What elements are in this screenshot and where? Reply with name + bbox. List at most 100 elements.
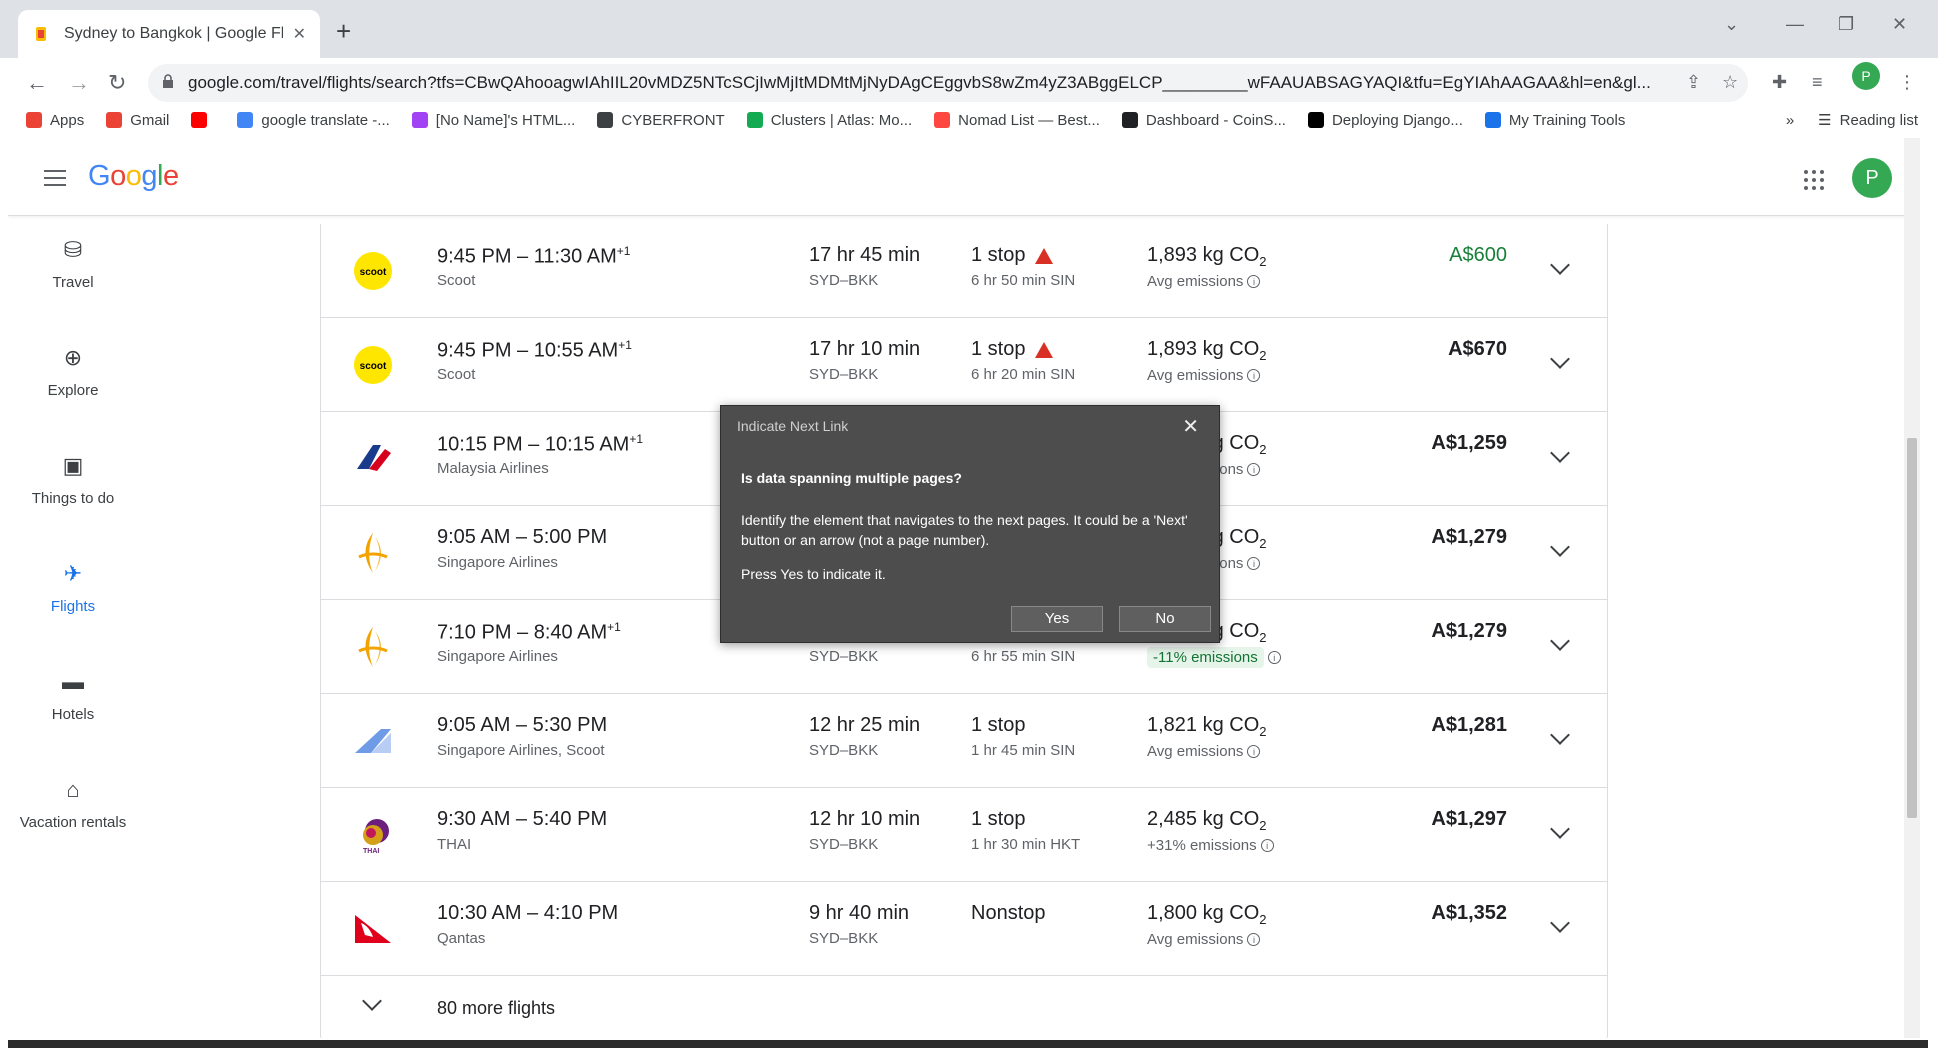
reading-list-button[interactable]: Reading list [1840,112,1918,129]
bookmark-item[interactable]: [No Name]'s HTML... [411,111,576,129]
reading-list-icon[interactable]: ☰ [1818,111,1831,129]
flight-times: 7:10 PM – 8:40 AM+1 [437,620,621,645]
expand-chevron-icon[interactable] [1550,255,1570,275]
flight-row[interactable]: 10:30 AM – 4:10 PM Qantas 9 hr 40 min SYD–B… [321,882,1607,976]
minimize-icon[interactable]: — [1786,14,1804,35]
info-icon[interactable]: i [1247,463,1261,476]
back-icon[interactable]: ← [26,70,48,96]
info-icon[interactable]: i [1247,933,1261,946]
flight-row[interactable]: scoot 9:45 PM – 11:30 AM+1 Scoot 17 hr 45 m… [321,224,1607,318]
account-avatar[interactable]: P [1852,158,1892,198]
page-scrollbar[interactable] [1904,138,1920,1038]
sidenav-item-hotels[interactable]: ▬ Hotels [8,668,138,768]
bookmark-item[interactable]: Apps [26,112,84,129]
next-day-indicator: +1 [618,338,632,352]
browser-tab[interactable]: Sydney to Bangkok | Google Fligh ✕ [18,10,320,58]
co2-value: 1,800 kg CO [1147,902,1260,924]
google-header: Google P [8,138,1920,216]
bookmark-favicon-icon [1484,112,1501,128]
airplane-icon: ✈ [63,561,83,586]
info-icon[interactable]: i [1247,557,1261,570]
sidenav-item-travel[interactable]: ⛁ Travel [8,236,138,336]
camera-icon: ▣ [62,453,84,478]
share-icon[interactable]: ⇪ [1686,72,1701,93]
sidenav-label: Explore [47,382,99,399]
flight-row[interactable]: 9:05 AM – 5:30 PM Singapore Airlines, Sco… [321,694,1607,788]
reload-icon[interactable]: ↻ [108,70,126,96]
close-tab-icon[interactable]: ✕ [293,24,306,44]
google-logo[interactable]: Google [88,160,179,193]
expand-chevron-icon[interactable] [1550,537,1570,557]
flight-route: SYD–BKK [809,366,879,383]
bookmark-item[interactable]: Deploying Django... [1307,112,1463,129]
airline-name: Malaysia Airlines [437,460,549,477]
stops-label: Nonstop [971,902,1046,924]
dialog-body: Identify the element that navigates to t… [741,512,1188,548]
info-icon[interactable]: i [1247,369,1261,382]
info-icon[interactable]: i [1267,651,1281,664]
hamburger-menu-icon[interactable] [44,170,66,186]
expand-chevron-icon[interactable] [1550,349,1570,369]
bookmark-label: Gmail [130,111,170,129]
flight-stops: 1 stop [971,338,1054,361]
emissions-label: Avg emissionsi [1147,367,1261,384]
dialog-close-icon[interactable]: ✕ [1182,414,1199,439]
new-tab-icon[interactable]: + [336,16,351,47]
no-button[interactable]: No [1119,606,1211,632]
bookmark-label: My Training Tools [1508,111,1626,129]
co2-emissions: 1,893 kg CO2 [1147,244,1267,269]
extensions-icon[interactable]: ✚ [1772,72,1787,93]
info-icon[interactable]: i [1260,839,1274,852]
info-icon[interactable]: i [1247,275,1261,288]
sidenav-item-flights[interactable]: ✈ Flights [8,560,138,660]
emissions-label: Avg emissionsi [1147,273,1261,290]
bookmark-item[interactable]: Nomad List — Best... [934,112,1100,129]
bookmark-item[interactable] [191,112,215,128]
close-window-icon[interactable]: ✕ [1892,14,1907,35]
forward-icon[interactable]: → [68,70,90,96]
depart-arrive-time: 10:15 PM – 10:15 AM [437,433,630,456]
tab-search-icon[interactable]: ⌄ [1724,14,1739,35]
sidenav-item-vacation-rentals[interactable]: ⌂ Vacation rentals [8,776,138,876]
expand-chevron-icon[interactable] [1550,819,1570,839]
restore-icon[interactable]: ❐ [1838,14,1854,35]
info-icon[interactable]: i [1247,745,1261,758]
co2-value: 1,821 kg CO [1147,714,1260,736]
bookmark-star-icon[interactable]: ☆ [1722,72,1738,93]
bookmark-item[interactable]: CYBERFRONT [597,112,725,129]
co2-subscript: 2 [1259,348,1267,363]
emissions-label: Avg emissionsi [1147,931,1261,948]
bookmark-label: [No Name]'s HTML... [435,111,576,129]
more-flights-row[interactable]: 80 more flights [321,976,1607,1038]
expand-chevron-icon[interactable] [1550,913,1570,933]
bookmark-item[interactable]: google translate -... [237,112,390,129]
scrollbar-thumb[interactable] [1907,438,1917,818]
bookmark-item[interactable]: Clusters | Atlas: Mo... [746,112,912,129]
flight-row[interactable]: THAI 9:30 AM – 5:40 PM THAI 12 hr 10 min SYD… [321,788,1607,882]
bookmark-item[interactable]: Gmail [106,112,169,129]
flight-times: 10:15 PM – 10:15 AM+1 [437,432,643,457]
bookmark-item[interactable]: Dashboard - CoinS... [1121,112,1286,129]
emissions-text: Avg emissions [1147,273,1244,290]
flight-route: SYD–BKK [809,272,879,289]
address-bar[interactable]: google.com/travel/flights/search?tfs=CBw… [148,64,1748,102]
sidenav-item-things-to-do[interactable]: ▣ Things to do [8,452,138,552]
bookmark-favicon-icon [597,112,614,128]
bookmark-item[interactable]: My Training Tools [1484,111,1626,129]
more-bookmarks-icon[interactable]: » [1786,112,1794,129]
sidenav-item-explore[interactable]: ⊕ Explore [8,344,138,444]
browser-menu-icon[interactable]: ⋮ [1898,72,1916,93]
co2-emissions: 1,800 kg CO2 [1147,902,1267,927]
expand-chevron-icon[interactable] [1550,443,1570,463]
flight-row[interactable]: scoot 9:45 PM – 10:55 AM+1 Scoot 17 hr 10 m… [321,318,1607,412]
tab-title: Sydney to Bangkok | Google Fligh [64,25,283,42]
chevron-down-icon[interactable] [362,991,382,1011]
yes-button[interactable]: Yes [1011,606,1103,632]
expand-chevron-icon[interactable] [1550,631,1570,651]
media-icon[interactable]: ≡ [1812,72,1823,93]
flight-price: A$670 [1448,338,1507,360]
browser-profile-avatar[interactable]: P [1852,62,1880,90]
airline-logo [351,439,395,479]
expand-chevron-icon[interactable] [1550,725,1570,745]
google-apps-icon[interactable] [1804,170,1824,190]
